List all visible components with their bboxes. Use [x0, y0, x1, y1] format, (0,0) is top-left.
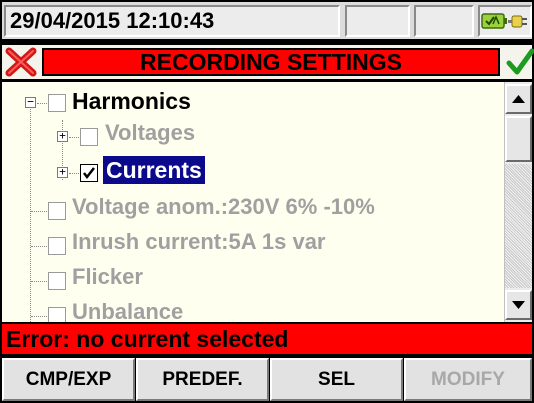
red-x-icon	[5, 47, 37, 77]
page-title: RECORDING SETTINGS	[42, 48, 500, 76]
error-message: Error: no current selected	[0, 322, 534, 356]
tree-item-label: Flicker	[72, 264, 143, 289]
expand-icon[interactable]: +	[57, 130, 68, 142]
tree-line	[31, 281, 47, 283]
cancel-button[interactable]	[5, 47, 37, 77]
battery-charging-icon	[481, 13, 507, 29]
status-slot-1	[345, 5, 410, 37]
tree-item-label: Unbalance	[72, 299, 184, 322]
settings-tree: − Harmonics + Voltages + Currents Voltag…	[0, 82, 534, 322]
expand-icon[interactable]: +	[57, 166, 68, 178]
voltages-checkbox[interactable]	[80, 128, 98, 146]
tree-item-flicker[interactable]: Flicker	[2, 262, 502, 296]
tree-item-label: Voltages	[105, 120, 196, 145]
cmp-exp-button[interactable]: CMP/EXP	[2, 358, 135, 401]
modify-button[interactable]: MODIFY	[404, 358, 532, 401]
currents-checkbox[interactable]	[80, 164, 98, 182]
datetime-display: 29/04/2015 12:10:43	[4, 5, 340, 37]
arrow-up-icon	[512, 95, 525, 103]
checkmark-icon	[83, 167, 95, 180]
tree-item-label: Inrush current:5A 1s var	[72, 229, 326, 254]
status-bar: 29/04/2015 12:10:43	[0, 0, 534, 41]
tree-line	[69, 137, 79, 139]
tree-item-label: Harmonics	[72, 88, 191, 114]
tree-item-label: Currents	[103, 156, 205, 184]
title-bar: RECORDING SETTINGS	[0, 43, 534, 81]
sel-button[interactable]: SEL	[270, 358, 403, 401]
collapse-icon[interactable]: −	[25, 96, 36, 108]
scroll-thumb[interactable]	[505, 116, 532, 162]
harmonics-checkbox[interactable]	[48, 94, 66, 112]
scroll-track[interactable]	[505, 164, 532, 288]
tree-line	[31, 211, 47, 213]
tree-item-inrush-current[interactable]: Inrush current:5A 1s var	[2, 227, 502, 261]
tree-item-label: Voltage anom.:230V 6% -10%	[72, 194, 375, 219]
predef-button[interactable]: PREDEF.	[136, 358, 269, 401]
flicker-checkbox[interactable]	[48, 272, 66, 290]
status-slot-2	[414, 5, 474, 37]
scroll-down-button[interactable]	[505, 290, 532, 320]
tree-item-unbalance[interactable]: Unbalance	[2, 297, 502, 322]
tree-item-harmonics[interactable]: − Harmonics	[2, 86, 502, 120]
softkey-bar: CMP/EXP PREDEF. SEL MODIFY	[0, 356, 534, 403]
tree-item-currents[interactable]: + Currents	[2, 154, 502, 188]
confirm-button[interactable]	[505, 47, 534, 77]
green-check-icon	[506, 48, 534, 75]
tree-item-voltage-anomalies[interactable]: Voltage anom.:230V 6% -10%	[2, 192, 502, 226]
tree-line	[31, 246, 47, 248]
tree-scrollbar[interactable]	[504, 82, 532, 322]
arrow-down-icon	[512, 301, 525, 309]
unbalance-checkbox[interactable]	[48, 307, 66, 322]
power-status	[478, 5, 532, 37]
tree-line	[37, 103, 47, 105]
power-plug-icon	[508, 15, 527, 28]
tree-line	[69, 173, 79, 175]
voltage-anomalies-checkbox[interactable]	[48, 202, 66, 220]
scroll-up-button[interactable]	[505, 84, 532, 114]
tree-line	[31, 316, 47, 318]
inrush-current-checkbox[interactable]	[48, 237, 66, 255]
tree-item-voltages[interactable]: + Voltages	[2, 118, 502, 152]
